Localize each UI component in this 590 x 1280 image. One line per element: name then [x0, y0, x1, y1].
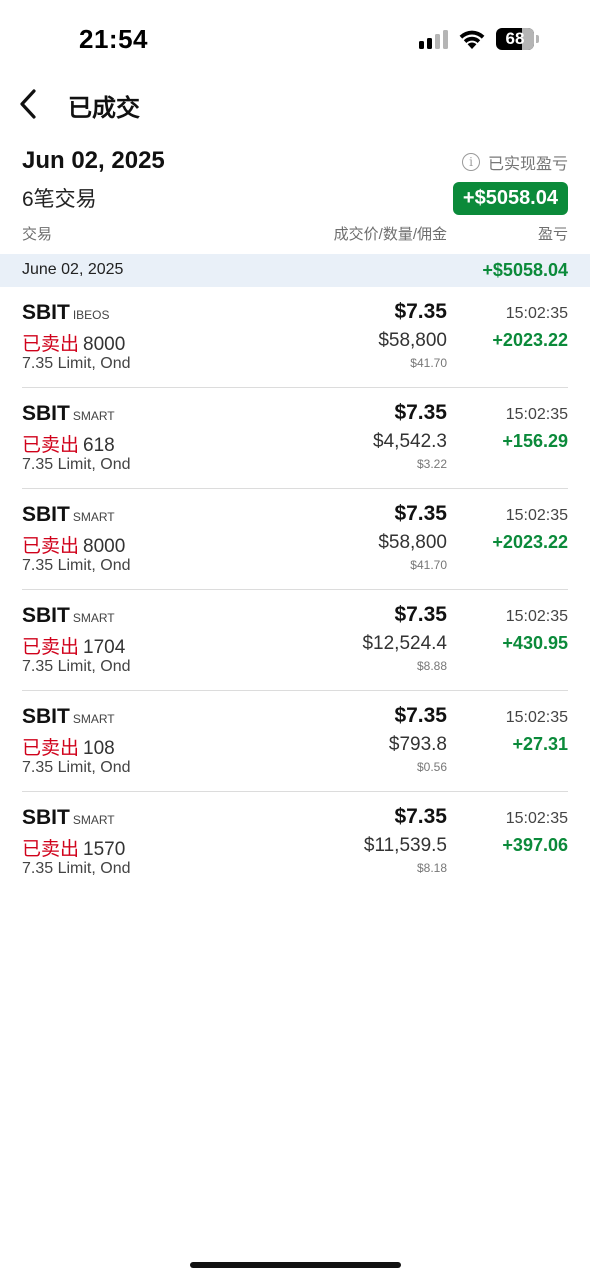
trade-row[interactable]: SBIT SMART 已卖出 8000 7.35 Limit, Ond $7.35 …	[0, 489, 590, 590]
group-date: June 02, 2025	[22, 261, 124, 278]
trade-quantity: 1704	[83, 637, 126, 658]
column-header-trade: 交易	[22, 226, 53, 243]
column-header-price-qty-commission: 成交价/数量/佣金	[333, 226, 447, 243]
group-pl: +$5058.04	[482, 260, 568, 280]
column-header-pl: 盈亏	[537, 226, 568, 243]
trade-price: $7.35	[394, 805, 447, 828]
trade-pl: +27.31	[512, 734, 568, 754]
realized-pl-badge: +$5058.04	[452, 182, 568, 215]
trade-quantity: 618	[83, 435, 115, 456]
trade-order-type: 7.35 Limit, Ond	[22, 456, 131, 473]
trade-row[interactable]: SBIT SMART 已卖出 1704 7.35 Limit, Ond $7.35 …	[0, 590, 590, 691]
trade-amount: $58,800	[378, 532, 447, 553]
trade-amount: $4,542.3	[373, 431, 447, 452]
trade-commission: $41.70	[410, 356, 447, 370]
status-bar: 21:54 68	[0, 0, 590, 80]
trade-commission: $8.18	[416, 861, 447, 875]
trade-pl: +156.29	[502, 431, 568, 451]
trade-symbol: SBIT	[22, 402, 70, 425]
trade-pl: +430.95	[502, 633, 568, 653]
trade-exchange: IBEOS	[72, 308, 110, 322]
trade-symbol: SBIT	[22, 705, 70, 728]
battery-level: 68	[505, 29, 525, 48]
trade-symbol: SBIT	[22, 604, 70, 627]
trade-amount: $58,800	[378, 330, 447, 351]
trade-time: 15:02:35	[505, 810, 568, 827]
trade-time: 15:02:35	[505, 608, 568, 625]
status-time: 21:54	[79, 24, 148, 54]
trade-order-type: 7.35 Limit, Ond	[22, 759, 131, 776]
trade-quantity: 8000	[83, 536, 126, 557]
trade-row[interactable]: SBIT IBEOS 已卖出 8000 7.35 Limit, Ond $7.35 …	[0, 287, 590, 388]
trade-quantity: 8000	[83, 334, 126, 355]
cellular-signal-icon	[419, 29, 449, 49]
trade-commission: $3.22	[416, 457, 447, 471]
trade-exchange: SMART	[72, 510, 115, 524]
trade-quantity: 1570	[83, 839, 126, 860]
trade-exchange: SMART	[72, 813, 115, 827]
back-chevron-icon[interactable]	[14, 86, 44, 122]
trade-price: $7.35	[394, 300, 447, 323]
wifi-icon	[459, 30, 485, 49]
trade-quantity: 108	[83, 738, 115, 759]
trade-time: 15:02:35	[505, 709, 568, 726]
page-title: 已成交	[68, 95, 140, 122]
trade-time: 15:02:35	[505, 305, 568, 322]
trade-price: $7.35	[394, 401, 447, 424]
trade-side: 已卖出	[22, 334, 80, 355]
realized-pl-info[interactable]: i 已实现盈亏	[461, 150, 568, 174]
trade-amount: $11,539.5	[363, 835, 447, 856]
date-group-header: June 02, 2025 +$5058.04	[0, 254, 590, 287]
trade-row[interactable]: SBIT SMART 已卖出 1570 7.35 Limit, Ond $7.35 …	[0, 792, 590, 893]
trade-pl: +2023.22	[492, 330, 568, 350]
trade-side: 已卖出	[22, 738, 80, 759]
trade-commission: $41.70	[410, 558, 447, 572]
trade-pl: +397.06	[502, 835, 568, 855]
trade-amount: $793.8	[388, 734, 447, 755]
trade-side: 已卖出	[22, 536, 80, 557]
trade-time: 15:02:35	[505, 507, 568, 524]
trade-time: 15:02:35	[505, 406, 568, 423]
trade-commission: $8.88	[416, 659, 447, 673]
trade-side: 已卖出	[22, 637, 80, 658]
trade-order-type: 7.35 Limit, Ond	[22, 355, 131, 372]
summary-date: Jun 02, 2025	[22, 147, 165, 174]
trade-price: $7.35	[394, 704, 447, 727]
home-indicator[interactable]	[190, 1262, 401, 1268]
trade-exchange: SMART	[72, 611, 115, 625]
trade-price: $7.35	[394, 502, 447, 525]
battery-icon: 68	[496, 28, 540, 50]
trade-order-type: 7.35 Limit, Ond	[22, 557, 131, 574]
trade-symbol: SBIT	[22, 301, 70, 324]
trade-pl: +2023.22	[492, 532, 568, 552]
trade-count: 6笔交易	[22, 188, 97, 211]
trade-order-type: 7.35 Limit, Ond	[22, 658, 131, 675]
trade-row[interactable]: SBIT SMART 已卖出 618 7.35 Limit, Ond $7.35 $…	[0, 388, 590, 489]
trade-exchange: SMART	[72, 712, 115, 726]
realized-pl-label: 已实现盈亏	[487, 156, 568, 173]
trade-price: $7.35	[394, 603, 447, 626]
trade-symbol: SBIT	[22, 503, 70, 526]
info-icon[interactable]: i	[461, 153, 480, 171]
trade-commission: $0.56	[416, 760, 447, 774]
trade-row[interactable]: SBIT SMART 已卖出 108 7.35 Limit, Ond $7.35 $…	[0, 691, 590, 792]
trade-side: 已卖出	[22, 839, 80, 860]
trade-order-type: 7.35 Limit, Ond	[22, 860, 131, 877]
trade-amount: $12,524.4	[362, 633, 447, 654]
trade-side: 已卖出	[22, 435, 80, 456]
trade-exchange: SMART	[72, 409, 115, 423]
trade-symbol: SBIT	[22, 806, 70, 829]
